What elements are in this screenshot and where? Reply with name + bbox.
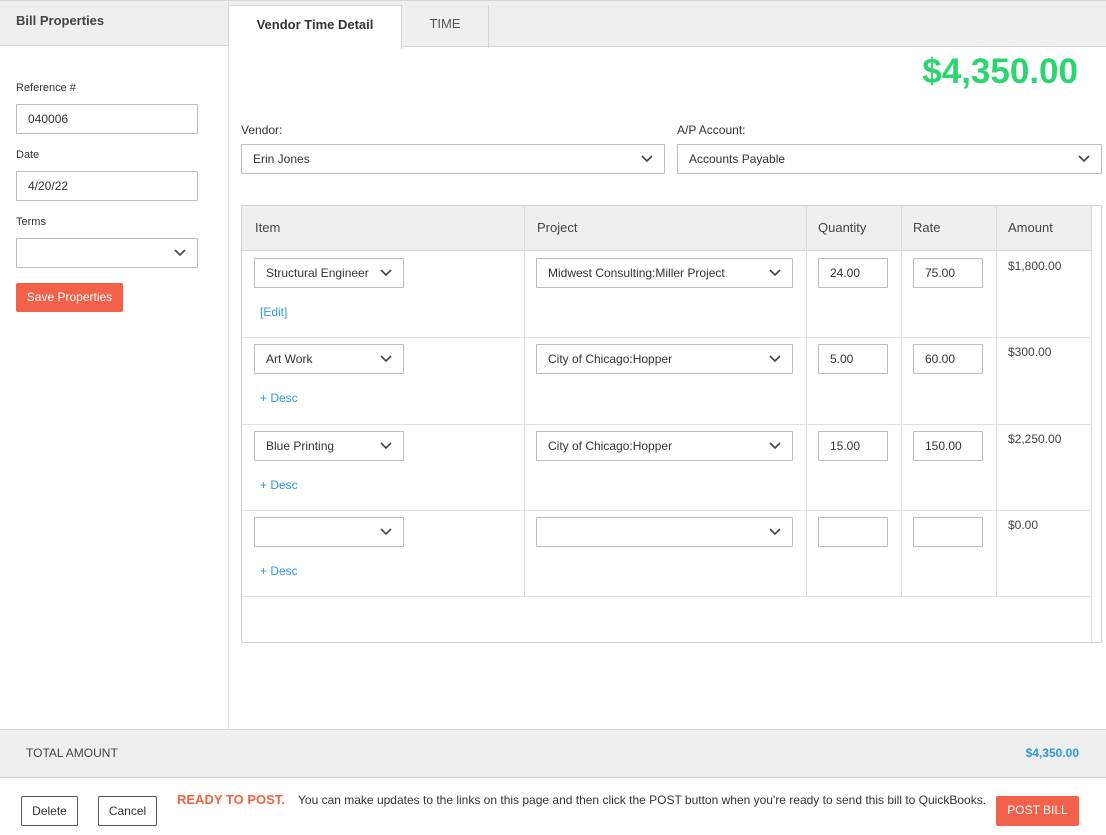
edit-link[interactable]: [Edit] bbox=[260, 305, 287, 319]
vendor-select[interactable]: Erin Jones bbox=[241, 144, 665, 174]
date-label: Date bbox=[16, 149, 40, 161]
row-divider bbox=[242, 424, 1092, 425]
terms-label: Terms bbox=[16, 216, 46, 228]
tab-bar: Vendor Time Detail TIME bbox=[229, 0, 1106, 49]
delete-button[interactable]: Delete bbox=[21, 796, 78, 826]
tab-time[interactable]: TIME bbox=[402, 5, 489, 48]
column-divider bbox=[901, 206, 902, 596]
item-select[interactable]: Structural Engineer bbox=[254, 258, 404, 288]
project-select[interactable] bbox=[536, 517, 793, 547]
add-description-link[interactable]: + Desc bbox=[260, 564, 298, 578]
cancel-button[interactable]: Cancel bbox=[98, 796, 157, 826]
row-divider bbox=[242, 596, 1092, 597]
vendor-value: Erin Jones bbox=[253, 152, 310, 166]
ap-account-label: A/P Account: bbox=[677, 123, 746, 137]
project-select[interactable]: City of Chicago:Hopper bbox=[536, 431, 793, 461]
quantity-input[interactable]: 5.00 bbox=[818, 344, 888, 374]
column-divider bbox=[996, 206, 997, 596]
item-value: Structural Engineer bbox=[266, 266, 369, 280]
chevron-down-icon bbox=[769, 355, 781, 363]
chevron-down-icon bbox=[380, 442, 392, 450]
bill-properties-sidebar: Bill Properties Reference # 040006 Date … bbox=[0, 0, 229, 729]
date-input[interactable]: 4/20/22 bbox=[16, 171, 198, 201]
amount-value: $300.00 bbox=[1008, 345, 1052, 359]
ready-to-post-title: READY TO POST. bbox=[177, 792, 285, 807]
table-header: Item Project Quantity Rate Amount bbox=[242, 206, 1092, 251]
project-value: City of Chicago:Hopper bbox=[548, 352, 673, 366]
total-amount-label: TOTAL AMOUNT bbox=[26, 746, 118, 760]
reference-input[interactable]: 040006 bbox=[16, 104, 198, 134]
chevron-down-icon bbox=[174, 249, 186, 257]
terms-select[interactable] bbox=[16, 238, 198, 268]
ap-account-select[interactable]: Accounts Payable bbox=[677, 144, 1102, 174]
column-header-amount: Amount bbox=[1008, 220, 1053, 235]
row-divider bbox=[242, 510, 1092, 511]
chevron-down-icon bbox=[379, 268, 393, 278]
column-divider bbox=[806, 206, 807, 596]
rate-input[interactable]: 75.00 bbox=[913, 258, 983, 288]
quantity-input[interactable]: 24.00 bbox=[818, 258, 888, 288]
bill-total: $4,350.00 bbox=[922, 52, 1078, 91]
total-amount-bar: TOTAL AMOUNT $4,350.00 bbox=[0, 729, 1106, 778]
chevron-down-icon bbox=[641, 155, 653, 163]
ap-account-value: Accounts Payable bbox=[689, 152, 786, 166]
rate-input[interactable]: 150.00 bbox=[913, 431, 983, 461]
sidebar-title: Bill Properties bbox=[16, 13, 105, 28]
add-description-link[interactable]: + Desc bbox=[260, 478, 298, 492]
chevron-down-icon bbox=[769, 442, 781, 450]
chevron-down-icon bbox=[1078, 155, 1090, 163]
column-header-rate: Rate bbox=[913, 220, 941, 235]
quantity-input[interactable] bbox=[818, 517, 888, 547]
project-value: City of Chicago:Hopper bbox=[548, 439, 673, 453]
item-select[interactable] bbox=[254, 517, 404, 547]
rate-input[interactable]: 60.00 bbox=[913, 344, 983, 374]
item-value: Art Work bbox=[266, 352, 313, 366]
column-header-quantity: Quantity bbox=[818, 220, 867, 235]
save-properties-button[interactable]: Save Properties bbox=[16, 283, 123, 312]
item-select[interactable]: Art Work bbox=[254, 344, 404, 374]
quantity-input[interactable]: 15.00 bbox=[818, 431, 888, 461]
chevron-down-icon bbox=[380, 528, 392, 536]
table-scrollbar[interactable] bbox=[1091, 206, 1101, 642]
project-select[interactable]: City of Chicago:Hopper bbox=[536, 344, 793, 374]
amount-value: $1,800.00 bbox=[1008, 259, 1062, 273]
project-value: Midwest Consulting:Miller Project bbox=[548, 266, 725, 280]
chevron-down-icon bbox=[380, 355, 392, 363]
line-items-table: Item Project Quantity Rate Amount Struct… bbox=[241, 205, 1102, 643]
amount-value: $0.00 bbox=[1008, 518, 1039, 532]
row-divider bbox=[242, 337, 1092, 338]
sidebar-header: Bill Properties bbox=[0, 0, 228, 46]
vendor-label: Vendor: bbox=[241, 123, 283, 137]
reference-label: Reference # bbox=[16, 82, 76, 94]
ready-to-post-message: You can make updates to the links on thi… bbox=[298, 793, 987, 807]
rate-input[interactable] bbox=[913, 517, 983, 547]
post-bill-button[interactable]: POST BILL bbox=[996, 796, 1079, 826]
chevron-down-icon bbox=[769, 269, 781, 277]
column-header-item: Item bbox=[255, 220, 281, 235]
item-value: Blue Printing bbox=[266, 439, 335, 453]
amount-value: $2,250.00 bbox=[1008, 432, 1062, 446]
item-select[interactable]: Blue Printing bbox=[254, 431, 404, 461]
tab-vendor-time-detail[interactable]: Vendor Time Detail bbox=[229, 5, 402, 49]
chevron-down-icon bbox=[769, 528, 781, 536]
column-header-project: Project bbox=[537, 220, 578, 235]
add-description-link[interactable]: + Desc bbox=[260, 391, 298, 405]
total-amount-value: $4,350.00 bbox=[1025, 746, 1079, 760]
project-select[interactable]: Midwest Consulting:Miller Project bbox=[536, 258, 793, 288]
column-divider bbox=[524, 206, 525, 596]
